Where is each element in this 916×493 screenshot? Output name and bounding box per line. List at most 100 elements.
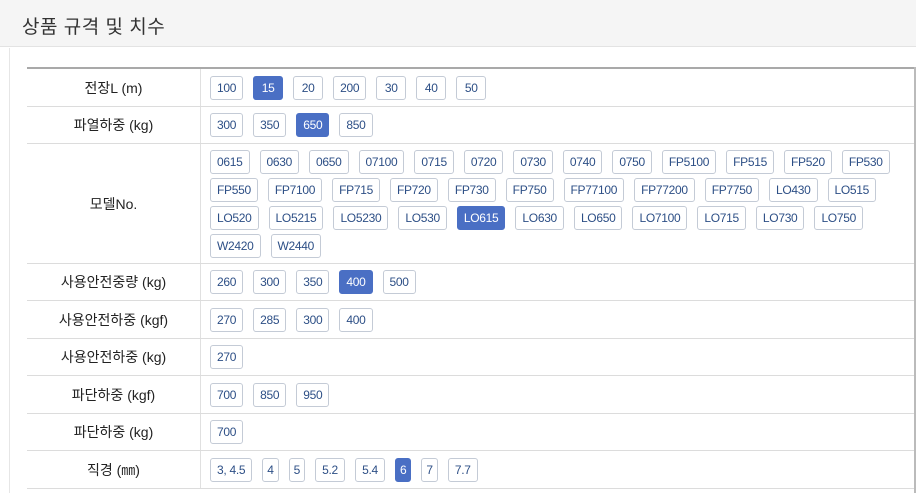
spec-option-button[interactable]: FP5100	[661, 149, 717, 174]
spec-option-button[interactable]: LO515	[827, 177, 877, 202]
spec-option-button[interactable]: 650	[296, 113, 330, 137]
spec-option-button[interactable]: FP7100	[267, 177, 323, 202]
spec-option-group: 0615 0630 0650 07100 0715 0720 0730 0740 0750 FP5…	[201, 144, 916, 263]
spec-option-group: 270 285 300 400	[201, 301, 916, 338]
spec-option-button[interactable]: 5.2	[314, 457, 345, 482]
spec-option-button[interactable]: 850	[339, 113, 373, 137]
spec-option-button[interactable]: LO750	[814, 205, 863, 230]
spec-option-button[interactable]: 5.4	[354, 457, 385, 482]
spec-option-button[interactable]: FP7750	[704, 177, 759, 202]
spec-option-button[interactable]: 100	[210, 75, 244, 100]
spec-option-button[interactable]: 6	[394, 457, 412, 482]
spec-option-button[interactable]: 500	[382, 270, 416, 294]
spec-option-button[interactable]: 200	[333, 75, 367, 100]
spec-option-button[interactable]: 270	[210, 345, 244, 369]
section-title: 상품 규격 및 치수	[22, 17, 166, 38]
spec-option-group: 3, 4.5 4 5 5.2 5.4 6 7 7.7	[201, 451, 916, 488]
spec-row: 직경 (㎜) 3, 4.5 4 5 5.2 5.4 6 7 7.7	[27, 451, 916, 489]
spec-option-button[interactable]: 0630	[259, 149, 299, 174]
spec-option-group: 100 15 20 200 30 40 50	[201, 69, 916, 106]
spec-option-button[interactable]: FP515	[726, 149, 774, 174]
spec-row-label: 사용안전하중 (kg)	[27, 339, 201, 375]
spec-option-button[interactable]: 350	[253, 113, 287, 137]
spec-option-button[interactable]: 3, 4.5	[210, 457, 253, 482]
spec-row: 모델No. 0615 0630 0650 07100 0715 0720 0730 0740 07…	[27, 144, 916, 264]
spec-option-button[interactable]: 0740	[562, 149, 603, 174]
spec-option-button[interactable]: 700	[210, 420, 244, 444]
spec-option-button[interactable]: LO730	[755, 205, 805, 230]
spec-option-button[interactable]: 260	[210, 270, 244, 294]
spec-row: 파단하중 (kg) 700	[27, 414, 916, 451]
spec-option-group: 260 300 350 400 500	[201, 264, 916, 300]
spec-option-button[interactable]: 0730	[513, 149, 553, 174]
spec-option-button[interactable]: 700	[210, 382, 244, 407]
spec-option-button[interactable]: 40	[416, 75, 447, 100]
spec-option-button[interactable]: LO650	[573, 205, 623, 230]
spec-option-button[interactable]: LO715	[697, 205, 746, 230]
spec-option-button[interactable]: FP750	[505, 177, 554, 202]
section-header: 상품 규격 및 치수	[0, 0, 916, 47]
spec-option-button[interactable]: LO615	[456, 205, 506, 230]
spec-option-button[interactable]: 400	[339, 270, 373, 294]
left-divider	[9, 48, 10, 493]
spec-option-button[interactable]: 7	[421, 457, 438, 482]
spec-option-button[interactable]: 950	[296, 382, 330, 407]
spec-option-button[interactable]: 07100	[358, 149, 405, 174]
spec-option-button[interactable]: FP550	[210, 177, 258, 202]
spec-option-button[interactable]: LO7100	[632, 205, 688, 230]
spec-option-button[interactable]: LO630	[515, 205, 564, 230]
spec-option-button[interactable]: 300	[210, 113, 244, 137]
spec-row-label: 파단하중 (kg)	[27, 414, 201, 450]
spec-option-button[interactable]: FP730	[447, 177, 496, 202]
spec-option-button[interactable]: FP715	[332, 177, 380, 202]
spec-option-button[interactable]: 300	[253, 270, 287, 294]
spec-row-label: 모델No.	[27, 144, 201, 263]
spec-option-button[interactable]: LO430	[768, 177, 818, 202]
spec-option-button[interactable]: 850	[253, 382, 287, 407]
spec-option-button[interactable]: FP77200	[634, 177, 695, 202]
spec-option-button[interactable]: LO5215	[268, 205, 324, 230]
spec-option-button[interactable]: 0650	[309, 149, 349, 174]
spec-row: 사용안전하중 (kgf) 270 285 300 400	[27, 301, 916, 339]
spec-row: 파열하중 (kg) 300 350 650 850	[27, 107, 916, 144]
spec-option-button[interactable]: 5	[288, 457, 305, 482]
spec-option-group: 700	[201, 414, 916, 450]
spec-row-label: 파단하중 (kgf)	[27, 376, 201, 413]
spec-option-button[interactable]: 20	[293, 75, 324, 100]
spec-row-label: 사용안전중량 (kg)	[27, 264, 201, 300]
spec-row-label: 전장L (m)	[27, 69, 201, 106]
spec-option-button[interactable]: 50	[456, 75, 487, 100]
spec-option-button[interactable]: 0715	[414, 149, 454, 174]
spec-option-button[interactable]: 300	[296, 307, 330, 332]
spec-row: 사용안전하중 (kg) 270	[27, 339, 916, 376]
spec-option-button[interactable]: 15	[253, 75, 284, 100]
spec-option-group: 270	[201, 339, 916, 375]
spec-row-label: 사용안전하중 (kgf)	[27, 301, 201, 338]
spec-option-button[interactable]: LO520	[210, 205, 259, 230]
spec-option-button[interactable]: 0615	[210, 149, 250, 174]
spec-option-button[interactable]: 30	[376, 75, 407, 100]
spec-option-button[interactable]: W2420	[210, 233, 261, 258]
spec-option-button[interactable]: 0750	[612, 149, 652, 174]
spec-option-button[interactable]: LO5230	[333, 205, 389, 230]
spec-option-button[interactable]: 0720	[463, 149, 504, 174]
spec-option-button[interactable]: W2440	[270, 233, 322, 258]
spec-option-button[interactable]: FP77100	[563, 177, 625, 202]
spec-row-label: 직경 (㎜)	[27, 451, 201, 488]
spec-option-button[interactable]: 270	[210, 307, 244, 332]
spec-option-button[interactable]: 400	[339, 307, 373, 332]
spec-row: 사용안전중량 (kg) 260 300 350 400 500	[27, 264, 916, 301]
spec-option-button[interactable]: FP520	[783, 149, 832, 174]
spec-option-button[interactable]: FP530	[841, 149, 890, 174]
spec-option-button[interactable]: 350	[296, 270, 330, 294]
spec-option-group: 700 850 950	[201, 376, 916, 413]
spec-row-label: 파열하중 (kg)	[27, 107, 201, 143]
spec-option-button[interactable]: 7.7	[447, 457, 478, 482]
spec-row: 파단하중 (kgf) 700 850 950	[27, 376, 916, 414]
spec-option-button[interactable]: LO530	[398, 205, 447, 230]
spec-option-button[interactable]: 4	[262, 457, 279, 482]
spec-option-button[interactable]: FP720	[389, 177, 438, 202]
spec-row: 전장L (m) 100 15 20 200 30 40 50	[27, 69, 916, 107]
spec-option-button[interactable]: 285	[253, 307, 287, 332]
spec-table: 전장L (m) 100 15 20 200 30 40 50 파열하중 (kg) 300 350 65…	[27, 67, 916, 489]
